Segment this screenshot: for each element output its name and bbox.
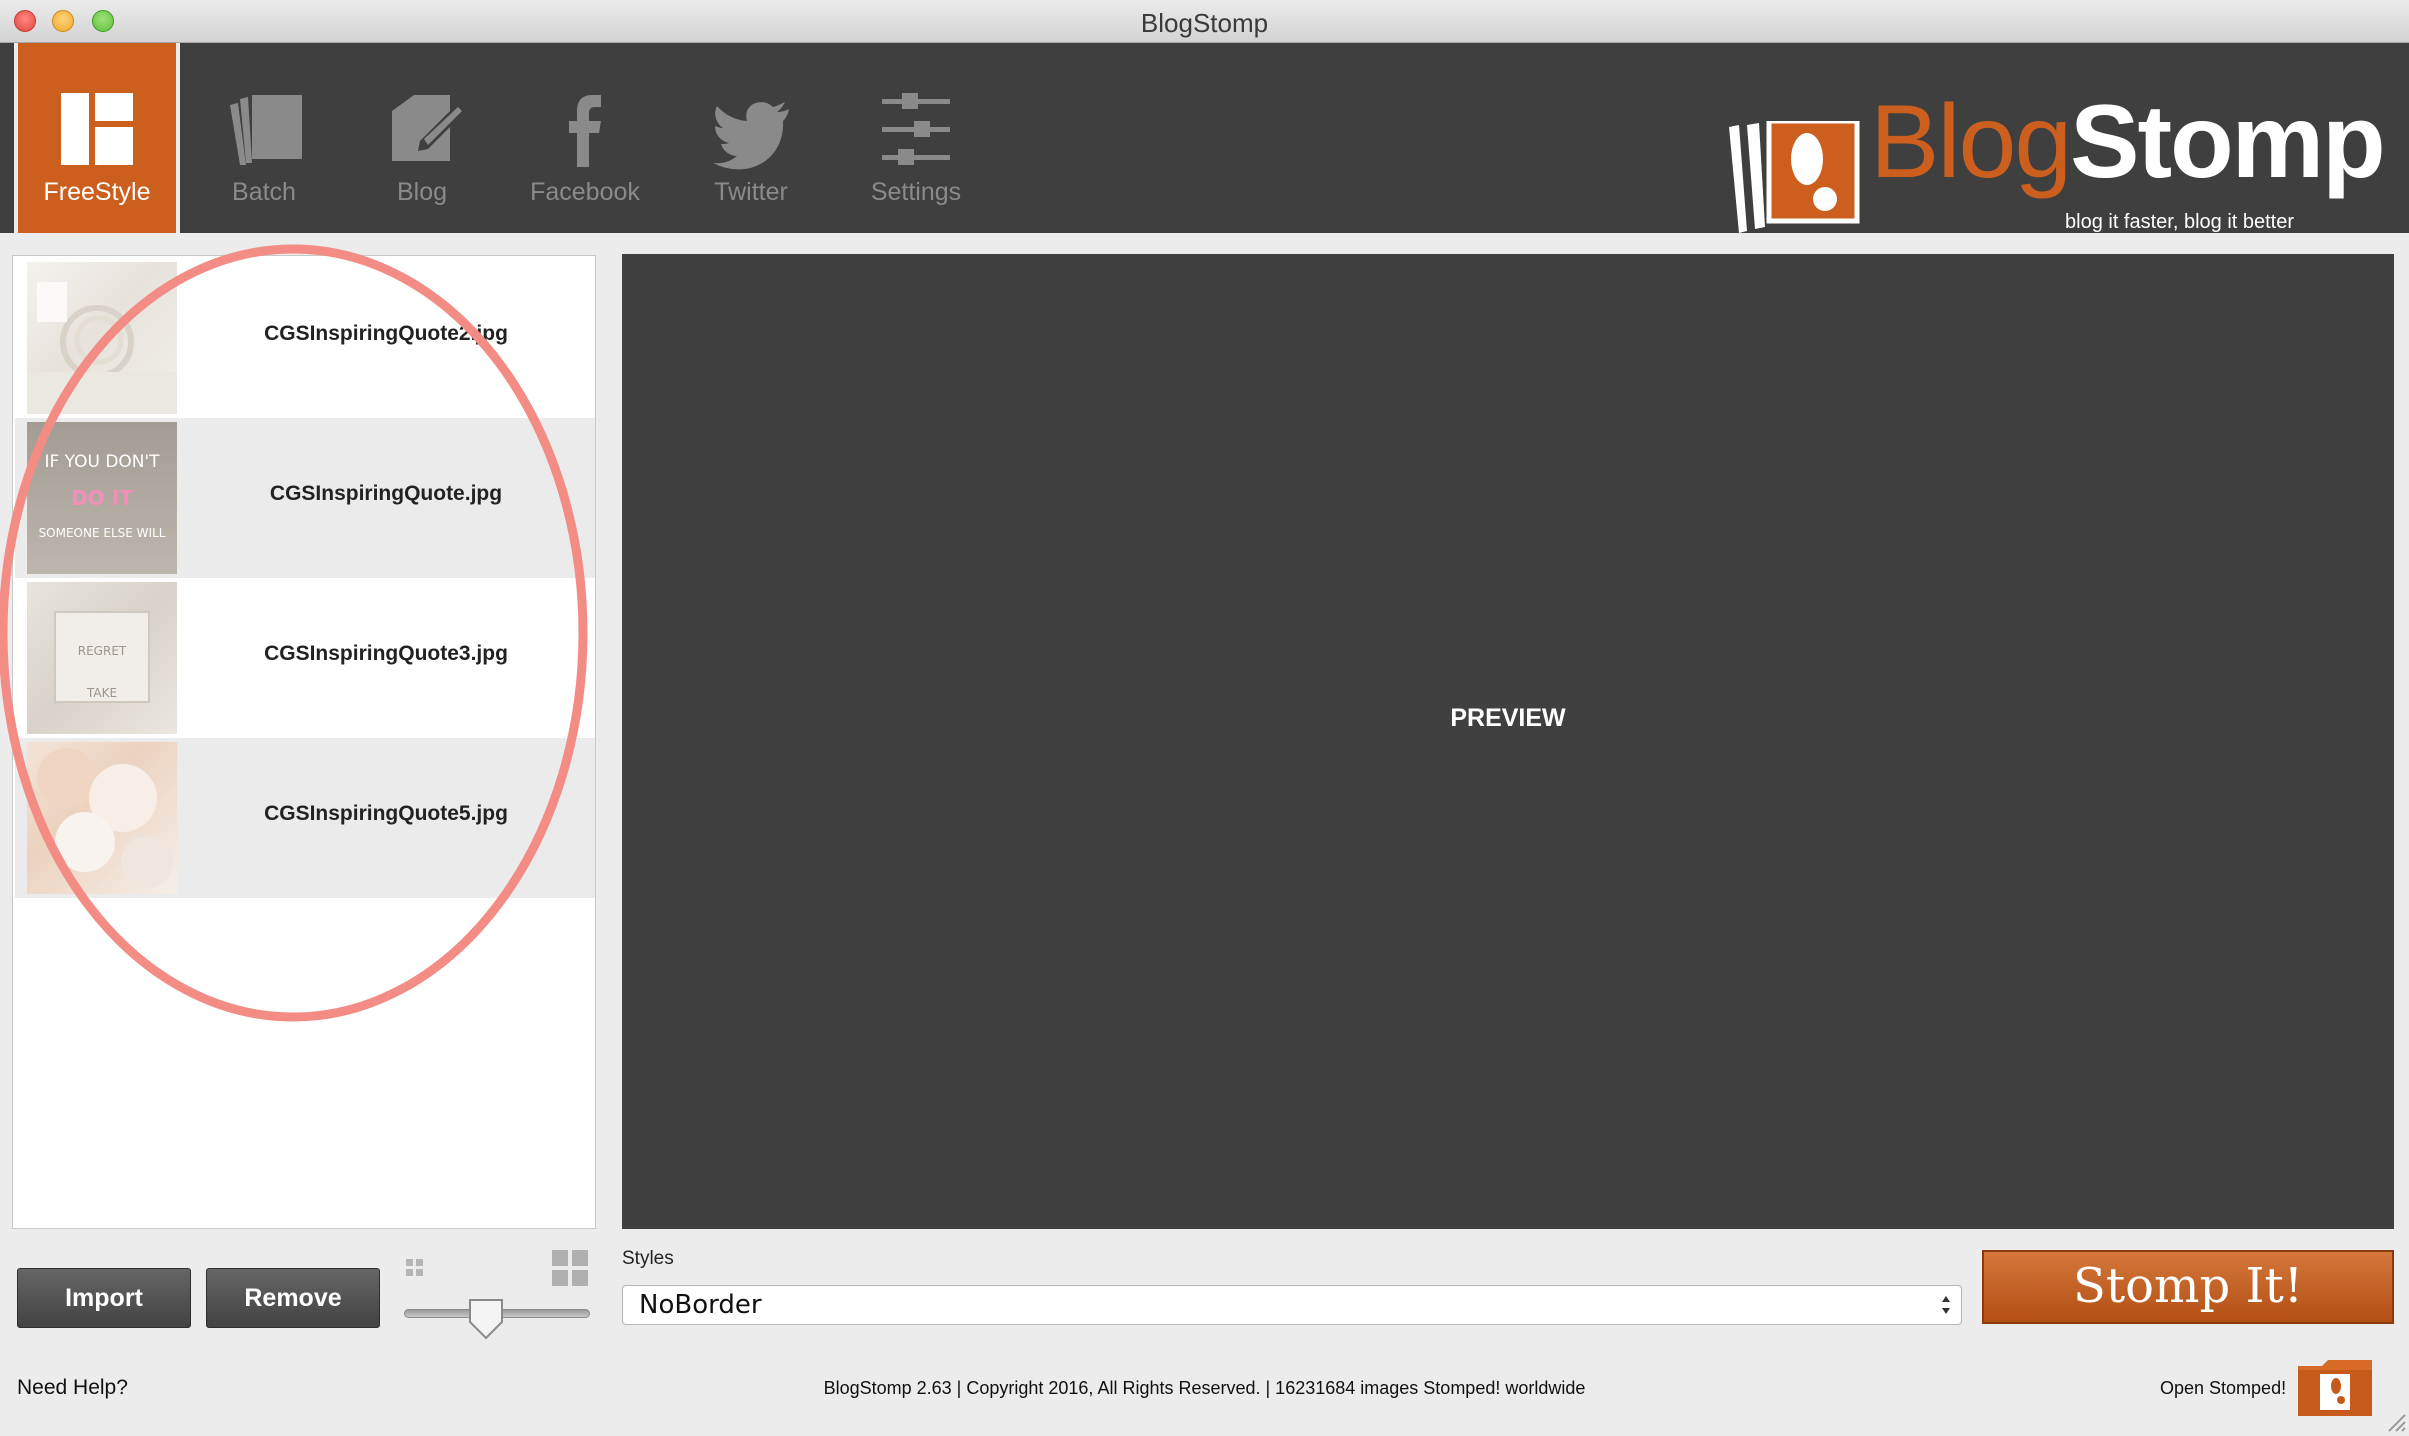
resize-grip-icon[interactable] bbox=[2384, 1410, 2406, 1432]
file-name: CGSInspiringQuote.jpg bbox=[269, 482, 503, 505]
small-thumbnails-icon bbox=[406, 1259, 423, 1276]
batch-icon bbox=[230, 95, 302, 165]
thumb-text: TAKE bbox=[86, 686, 118, 700]
import-button[interactable]: Import bbox=[17, 1268, 191, 1328]
window-title: BlogStomp bbox=[1140, 8, 1269, 38]
stomp-footprint-icon bbox=[1729, 121, 1860, 233]
open-stomped-link[interactable]: Open Stomped! bbox=[2160, 1378, 2286, 1399]
tab-blog-label: Blog bbox=[396, 178, 448, 206]
tab-twitter-label: Twitter bbox=[714, 178, 788, 206]
tab-freestyle-label: FreeStyle bbox=[43, 178, 151, 206]
logo-word-stomp: Stomp bbox=[2070, 84, 2386, 200]
freestyle-icon bbox=[61, 93, 133, 165]
image-thumbnail: IF YOU DON'T DO IT SOMEONE ELSE WILL bbox=[27, 422, 177, 574]
large-thumbnails-icon bbox=[552, 1250, 588, 1286]
tab-facebook[interactable]: Facebook bbox=[505, 43, 665, 233]
logo-tagline: blog it faster, blog it better bbox=[2065, 211, 2295, 233]
logo-wordmark: BlogStomp bbox=[1870, 83, 2386, 202]
twitter-icon bbox=[713, 102, 789, 170]
thumb-text: IF YOU DON'T bbox=[44, 452, 160, 472]
tab-twitter[interactable]: Twitter bbox=[671, 43, 831, 233]
copyright-text: BlogStomp 2.63 | Copyright 2016, All Rig… bbox=[823, 1378, 1586, 1398]
blog-edit-icon bbox=[392, 95, 466, 161]
image-thumbnail: REGRET TAKE bbox=[27, 582, 177, 734]
image-thumbnail bbox=[27, 742, 177, 894]
tab-blog[interactable]: Blog bbox=[342, 43, 502, 233]
main-toolbar: FreeStyle Batch Blog Facebook Twitter Se… bbox=[0, 43, 2409, 233]
thumb-text: REGRET bbox=[77, 644, 127, 658]
styles-selected-value: NoBorder bbox=[639, 1290, 762, 1320]
tab-facebook-label: Facebook bbox=[530, 178, 640, 206]
title-bar: BlogStomp bbox=[0, 0, 2409, 43]
file-name: CGSInspiringQuote5.jpg bbox=[264, 802, 508, 825]
tab-settings-label: Settings bbox=[870, 178, 962, 206]
slider-handle[interactable] bbox=[468, 1298, 504, 1340]
list-item[interactable]: CGSInspiringQuote5.jpg bbox=[15, 738, 595, 898]
image-thumbnail bbox=[27, 262, 177, 414]
tab-batch[interactable]: Batch bbox=[184, 43, 344, 233]
styles-label: Styles bbox=[622, 1248, 674, 1269]
blogstomp-logo: BlogStomp blog it faster, blog it better bbox=[1725, 83, 2386, 233]
updown-arrows-icon bbox=[1942, 1296, 1950, 1314]
preview-label: PREVIEW bbox=[1450, 704, 1566, 732]
tab-freestyle[interactable]: FreeStyle bbox=[14, 43, 180, 233]
tab-batch-label: Batch bbox=[232, 178, 296, 206]
tab-settings[interactable]: Settings bbox=[836, 43, 996, 233]
file-name: CGSInspiringQuote2.jpg bbox=[264, 322, 508, 345]
thumb-text: DO IT bbox=[71, 486, 133, 510]
remove-button[interactable]: Remove bbox=[206, 1268, 380, 1328]
list-item[interactable]: IF YOU DON'T DO IT SOMEONE ELSE WILL CGS… bbox=[15, 418, 595, 578]
facebook-icon bbox=[569, 95, 601, 167]
preview-panel: PREVIEW bbox=[622, 254, 2394, 1229]
file-name: CGSInspiringQuote3.jpg bbox=[264, 642, 508, 665]
image-list[interactable]: CGSInspiringQuote2.jpg IF YOU DON'T DO I… bbox=[12, 255, 596, 1229]
thumb-text: SOMEONE ELSE WILL bbox=[38, 526, 166, 540]
styles-dropdown[interactable]: NoBorder bbox=[622, 1285, 1962, 1325]
list-item[interactable]: REGRET TAKE CGSInspiringQuote3.jpg bbox=[15, 578, 595, 738]
stomp-it-button[interactable]: Stomp It! bbox=[1982, 1250, 2394, 1324]
settings-sliders-icon bbox=[882, 93, 950, 165]
logo-word-blog: Blog bbox=[1870, 84, 2072, 200]
list-item[interactable]: CGSInspiringQuote2.jpg bbox=[15, 258, 595, 418]
stomped-folder-icon[interactable] bbox=[2296, 1356, 2374, 1418]
